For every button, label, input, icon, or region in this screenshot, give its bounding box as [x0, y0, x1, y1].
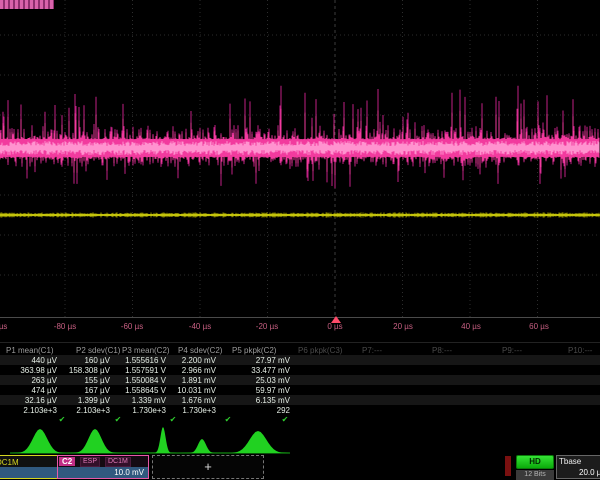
- param-header-disabled[interactable]: P6 pkpk(C3): [298, 346, 342, 355]
- time-tick-label: -60 µs: [121, 322, 143, 331]
- param-histicon[interactable]: [66, 429, 122, 453]
- param-value-cell: 10.031 mV: [136, 386, 216, 395]
- time-tick-label: -80 µs: [54, 322, 76, 331]
- param-status-check: ✔: [225, 415, 232, 424]
- param-value-cell: 33.477 mV: [210, 366, 290, 375]
- param-value-cell: 1.676 mV: [136, 396, 216, 405]
- param-stats-row: 474 µV167 µV1.558645 V10.031 mV59.97 mV: [0, 385, 600, 395]
- param-status-row: ✔ ✔ ✔ ✔ ✔: [0, 415, 600, 425]
- param-value-cell: 25.03 mV: [210, 376, 290, 385]
- time-tick-label: 60 µs: [529, 322, 549, 331]
- param-status-check: ✔: [115, 415, 122, 424]
- param-value-cell: 2.200 mV: [136, 356, 216, 365]
- param-header-row: P1 mean(C1) P2 sdev(C1)P3 mean(C2) P4 sdev…: [0, 345, 600, 355]
- c2-channel-tag: C2: [59, 457, 75, 466]
- time-tick-label: -20 µs: [256, 322, 278, 331]
- param-value-cell: 6.135 mV: [210, 396, 290, 405]
- channel-c1-descriptor[interactable]: DC1M 10.0 mV: [0, 455, 58, 479]
- channel-c2-descriptor[interactable]: C2 ESP DC1M 10.0 mV: [57, 455, 149, 479]
- hd-mode-button[interactable]: HD: [516, 455, 554, 469]
- time-tick-label: 20 µs: [393, 322, 413, 331]
- c1-scale-area: 10.0 mV: [0, 467, 57, 478]
- param-value-cell: 2.966 mV: [136, 366, 216, 375]
- waveform-grid: [0, 0, 600, 320]
- c2-volts-div: 10.0 mV: [114, 468, 144, 477]
- timebase-label: Tbase: [559, 457, 581, 466]
- descriptor-bar: DC1M 10.0 mV C2 ESP DC1M 10.0 mV + HD 12…: [0, 455, 600, 480]
- oscilloscope-screen: -100 µs -80 µs -60 µs -40 µs -20 µs 0 µs 20 µs…: [0, 0, 600, 480]
- param-value-cell: 27.97 mV: [210, 356, 290, 365]
- param-status-check: ✔: [59, 415, 66, 424]
- param-header[interactable]: P4 sdev(C2): [178, 346, 222, 355]
- param-stats-row: 440 µV160 µV1.555616 V2.200 mV27.97 mV: [0, 355, 600, 365]
- c1-coupling-label: DC1M: [0, 458, 19, 467]
- param-header-disabled[interactable]: P7:---: [362, 346, 382, 355]
- param-status-check: ✔: [282, 415, 289, 424]
- hd-bits-label: 12 Bits: [516, 470, 554, 480]
- add-trace-button[interactable]: +: [152, 455, 264, 479]
- timebase-scale: 20.0 µs: [579, 468, 600, 477]
- measurement-table: P1 mean(C1) P2 sdev(C1)P3 mean(C2) P4 sdev…: [0, 342, 600, 427]
- time-axis: -100 µs -80 µs -60 µs -40 µs -20 µs 0 µs 20 µs…: [0, 320, 600, 334]
- param-header-disabled[interactable]: P10:---: [568, 346, 592, 355]
- time-tick-label: 40 µs: [461, 322, 481, 331]
- timebase-descriptor[interactable]: Tbase 20.0 µs: [556, 455, 600, 479]
- param-header[interactable]: P3 mean(C2): [122, 346, 170, 355]
- param-value-cell: 1.730e+3: [136, 406, 216, 415]
- trigger-descriptor-edge: [505, 456, 511, 476]
- param-value-cell: 59.97 mV: [210, 386, 290, 395]
- param-header-disabled[interactable]: P9:---: [502, 346, 522, 355]
- param-histicon[interactable]: [10, 429, 66, 453]
- param-header[interactable]: P5 pkpk(C2): [232, 346, 276, 355]
- time-tick-label: -40 µs: [189, 322, 211, 331]
- param-histicon[interactable]: [232, 431, 290, 453]
- histicon-strip: [0, 426, 600, 455]
- param-status-check: ✔: [170, 415, 177, 424]
- c2-scale-area: 10.0 mV: [58, 467, 148, 478]
- param-histicon[interactable]: [178, 439, 234, 453]
- param-histicon[interactable]: [122, 427, 178, 453]
- param-value-cell: 1.891 mV: [136, 376, 216, 385]
- c1-descriptor-top: DC1M: [0, 456, 57, 467]
- cropped-trace-label: [0, 0, 54, 9]
- c2-descriptor-top: C2 ESP DC1M: [58, 456, 148, 467]
- c2-coupling-chip: DC1M: [105, 457, 131, 467]
- param-stats-row: 2.103e+32.103e+31.730e+31.730e+3292: [0, 405, 600, 415]
- c2-esp-chip: ESP: [80, 457, 100, 467]
- param-header[interactable]: P1 mean(C1): [6, 346, 54, 355]
- param-stats-row: 363.98 µV158.308 µV1.557591 V2.966 mV33.…: [0, 365, 600, 375]
- time-tick-label: -100 µs: [0, 322, 7, 331]
- param-value-cell: 292: [210, 406, 290, 415]
- param-stats-row: 32.16 µV1.399 µV1.339 mV1.676 mV6.135 mV: [0, 395, 600, 405]
- param-header-disabled[interactable]: P8:---: [432, 346, 452, 355]
- param-header[interactable]: P2 sdev(C1): [76, 346, 120, 355]
- param-stats-row: 263 µV155 µV1.550084 V1.891 mV25.03 mV: [0, 375, 600, 385]
- time-tick-label: 0 µs: [327, 322, 342, 331]
